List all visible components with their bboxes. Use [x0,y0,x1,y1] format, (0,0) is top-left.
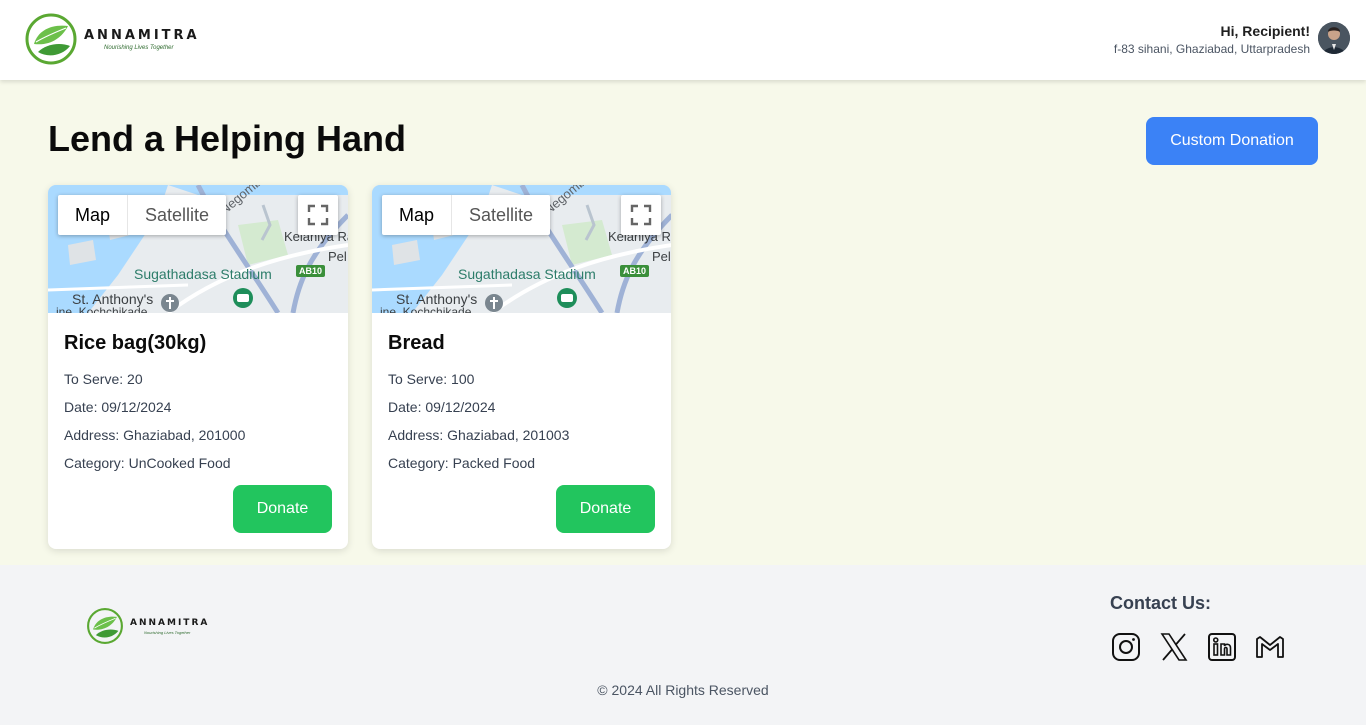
card-category: Category: Packed Food [388,455,536,471]
card-title: Bread [388,332,445,354]
card-date: Date: 09/12/2024 [388,399,496,415]
gmail-icon[interactable] [1254,631,1286,663]
social-links [1110,631,1302,663]
footer-logo[interactable]: ANNAMITRA Nourishing Lives Together [86,607,209,645]
linkedin-icon[interactable] [1206,631,1238,663]
donate-button[interactable]: Donate [556,485,655,533]
map-tab-map[interactable]: Map [382,195,451,235]
user-greeting: Hi, Recipient! [1220,23,1310,39]
card-category: Category: UnCooked Food [64,455,231,471]
leaf-logo-icon [25,13,77,65]
card-title: Rice bag(30kg) [64,332,207,354]
fullscreen-button[interactable] [298,195,338,235]
card-address: Address: Ghaziabad, 201000 [64,427,246,443]
map-type-tabs: Map Satellite [58,195,227,235]
fullscreen-icon [307,204,329,226]
map-label-area2: Pel [652,249,671,264]
user-avatar-icon [1318,22,1350,54]
contact-title: Contact Us: [1110,593,1212,613]
card-date: Date: 09/12/2024 [64,399,172,415]
instagram-icon[interactable] [1110,631,1142,663]
brand-logo[interactable]: ANNAMITRA Nourishing Lives Together [24,12,200,66]
footer-brand-tagline: Nourishing Lives Together [144,629,191,635]
route-badge: AB10 [296,265,326,277]
map-tab-satellite[interactable]: Satellite [451,195,550,235]
leaf-logo-icon [87,608,123,644]
map-tab-satellite[interactable]: Satellite [127,195,226,235]
card-address: Address: Ghaziabad, 201003 [388,427,570,443]
fullscreen-button[interactable] [621,195,661,235]
map-tab-map[interactable]: Map [58,195,127,235]
map-label-area3: ine, Kochchikade [56,305,148,313]
map-label-area3: ine, Kochchikade [380,305,472,313]
donation-card: Sugathadasa Stadium St. Anthony's ine, K… [48,185,348,549]
map-label-area2: Pel [328,249,347,264]
location-map[interactable]: Sugathadasa Stadium St. Anthony's ine, K… [372,185,671,313]
fullscreen-icon [630,204,652,226]
donation-card: Sugathadasa Stadium St. Anthony's ine, K… [372,185,671,549]
page-title: Lend a Helping Hand [48,118,407,159]
donate-button[interactable]: Donate [233,485,332,533]
avatar[interactable] [1318,22,1350,54]
user-profile[interactable]: Hi, Recipient! f-83 sihani, Ghaziabad, U… [1114,22,1350,58]
map-label-stadium: Sugathadasa Stadium [458,266,596,282]
map-label-stadium: Sugathadasa Stadium [134,266,272,282]
route-badge: AB10 [620,265,650,277]
map-type-tabs: Map Satellite [382,195,551,235]
user-address: f-83 sihani, Ghaziabad, Uttarpradesh [1113,42,1310,56]
x-twitter-icon[interactable] [1158,631,1190,663]
footer-brand-name: ANNAMITRA [130,617,210,628]
card-to-serve: To Serve: 100 [388,371,475,387]
card-to-serve: To Serve: 20 [64,371,143,387]
top-header: ANNAMITRA Nourishing Lives Together Hi, … [0,0,1366,80]
custom-donation-button[interactable]: Custom Donation [1146,117,1318,165]
copyright-text: © 2024 All Rights Reserved [597,682,769,698]
brand-name: ANNAMITRA [84,27,200,43]
brand-tagline: Nourishing Lives Together [104,44,174,51]
footer: ANNAMITRA Nourishing Lives Together Cont… [0,565,1366,725]
location-map[interactable]: Sugathadasa Stadium St. Anthony's ine, K… [48,185,348,313]
